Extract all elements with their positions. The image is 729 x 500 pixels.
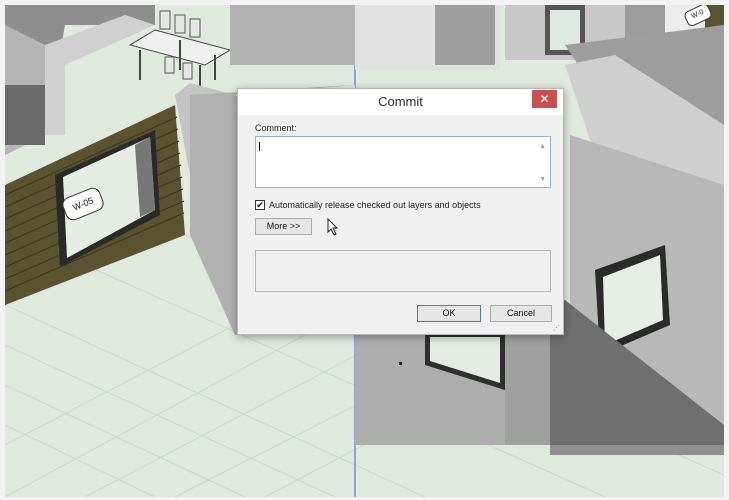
- close-button[interactable]: ✕: [532, 90, 557, 108]
- scroll-up-icon[interactable]: ▲: [539, 143, 546, 150]
- ok-button[interactable]: OK: [417, 305, 481, 322]
- dialog-title: Commit: [378, 94, 423, 109]
- auto-release-checkbox[interactable]: ✔: [255, 200, 265, 210]
- cancel-button[interactable]: Cancel: [490, 305, 552, 322]
- cad-viewport[interactable]: W-05 W-0 Commit ✕ Comment: ▲ ▼ ✔ Automat…: [0, 0, 729, 500]
- mouse-cursor-icon: [327, 218, 339, 236]
- dialog-titlebar[interactable]: Commit ✕: [238, 89, 563, 115]
- close-icon: ✕: [539, 92, 550, 106]
- text-caret: [259, 142, 260, 151]
- scroll-down-icon[interactable]: ▼: [539, 176, 546, 183]
- more-button[interactable]: More >>: [255, 218, 312, 235]
- auto-release-label[interactable]: Automatically release checked out layers…: [269, 200, 481, 210]
- details-panel: [255, 250, 551, 292]
- comment-input[interactable]: ▲ ▼: [255, 136, 551, 188]
- commit-dialog: Commit ✕ Comment: ▲ ▼ ✔ Automatically re…: [237, 88, 564, 335]
- comment-label: Comment:: [255, 123, 297, 133]
- resize-grip-icon[interactable]: ⋰: [553, 324, 560, 332]
- check-icon: ✔: [256, 200, 264, 210]
